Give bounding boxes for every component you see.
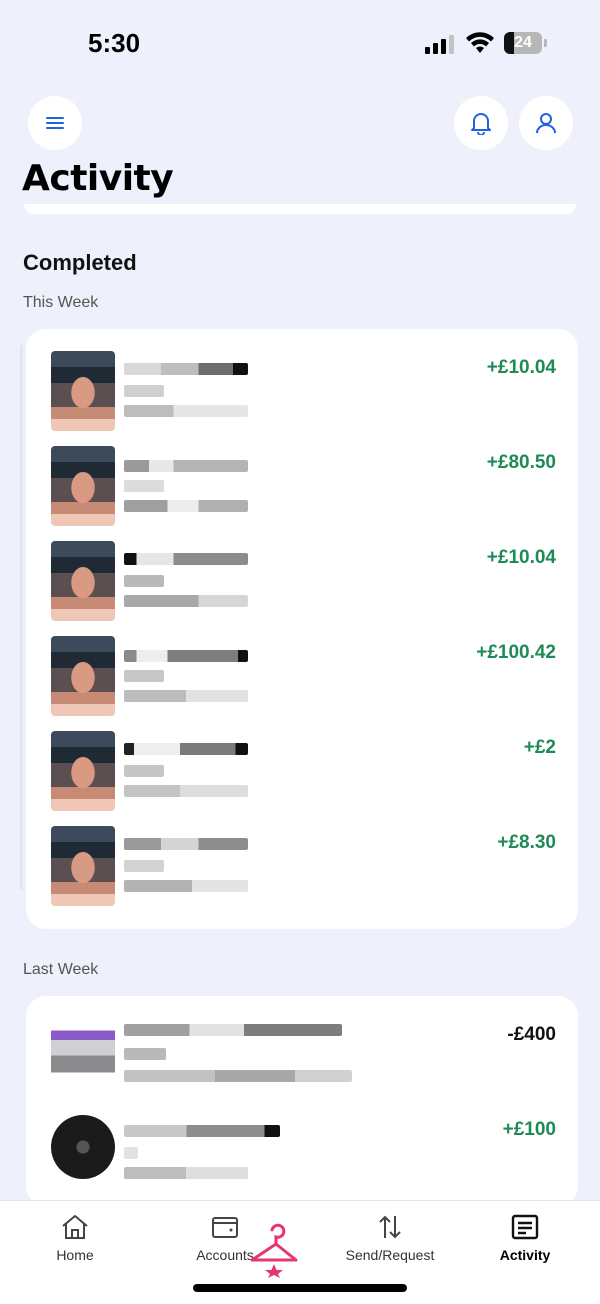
redacted-detail [124,575,164,587]
redacted-detail [124,1070,352,1082]
notifications-button[interactable] [454,96,508,150]
divider [20,345,23,890]
redacted-detail [124,385,164,397]
redacted-name [124,553,248,565]
redacted-detail [124,1048,166,1060]
avatar [51,1115,115,1179]
avatar [51,446,115,526]
menu-button[interactable] [28,96,82,150]
menu-icon [46,117,64,129]
transaction-row[interactable]: +£100.42 [26,628,578,723]
redacted-name [124,1024,342,1036]
profile-icon [536,113,556,134]
redacted-name [124,743,248,755]
avatar [51,1022,115,1092]
nav-activity-label: Activity [499,1247,551,1263]
group-label-last-week: Last Week [23,961,99,978]
avatar [51,826,115,906]
status-time: 5:30 [88,28,141,58]
redacted-detail [124,595,248,607]
search-bar[interactable] [24,204,576,214]
nav-home[interactable]: Home [20,1213,130,1273]
transaction-row[interactable]: +£10.04 [26,533,578,628]
avatar [51,541,115,621]
home-indicator [193,1284,407,1292]
battery-icon: 24 [504,32,548,54]
transaction-row[interactable]: +£100 [26,1105,578,1200]
redacted-detail [124,500,248,512]
transaction-amount: +£100 [502,1119,556,1140]
nav-home-label: Home [56,1247,94,1263]
page-title: Activity [22,158,174,199]
transaction-amount: +£80.50 [486,452,556,473]
transaction-amount: +£2 [523,737,556,758]
redacted-name [124,1125,280,1137]
battery-level: 24 [514,34,532,51]
transaction-row[interactable]: +£10.04 [26,343,578,438]
home-icon [62,1215,88,1239]
profile-button[interactable] [519,96,573,150]
avatar [51,351,115,431]
redacted-name [124,838,248,850]
redacted-detail [124,670,164,682]
receipt-icon [511,1214,539,1240]
redacted-detail [124,690,248,702]
status-bar: 5:30 24 [0,0,600,90]
transactions-card-last-week: -£400 +£100 [26,996,578,1206]
group-label-this-week: This Week [23,294,99,311]
redacted-detail [124,1147,138,1159]
avatar [51,731,115,811]
transfer-icon [379,1215,401,1239]
transaction-row[interactable]: +£2 [26,723,578,818]
redacted-detail [124,1167,248,1179]
transaction-amount: +£100.42 [476,642,556,663]
hanger-logo [250,1223,298,1278]
redacted-name [124,363,248,375]
nav-activity[interactable]: Activity [470,1213,580,1273]
wifi-icon [466,32,494,53]
redacted-detail [124,765,164,777]
transaction-amount: +£10.04 [486,357,556,378]
redacted-detail [124,785,248,797]
wallet-icon [212,1217,238,1238]
nav-send-request[interactable]: Send/Request [335,1213,445,1273]
redacted-detail [124,405,248,417]
transaction-row[interactable]: +£80.50 [26,438,578,533]
transaction-amount: +£10.04 [486,547,556,568]
transaction-row[interactable]: +£8.30 [26,818,578,913]
signal-icon [425,35,454,54]
redacted-name [124,460,248,472]
redacted-detail [124,480,164,492]
avatar [51,636,115,716]
transaction-amount: -£400 [507,1024,556,1045]
transaction-amount: +£8.30 [497,832,556,853]
redacted-detail [124,880,248,892]
redacted-name [124,650,248,662]
bell-icon [471,113,491,135]
section-heading: Completed [23,250,137,275]
transactions-card-this-week: +£10.04 +£80.50 +£10.04 +£100.42 +£2 +£8… [26,329,578,929]
transaction-row[interactable]: -£400 [26,1010,578,1105]
redacted-detail [124,860,164,872]
nav-send-request-label: Send/Request [345,1247,435,1263]
